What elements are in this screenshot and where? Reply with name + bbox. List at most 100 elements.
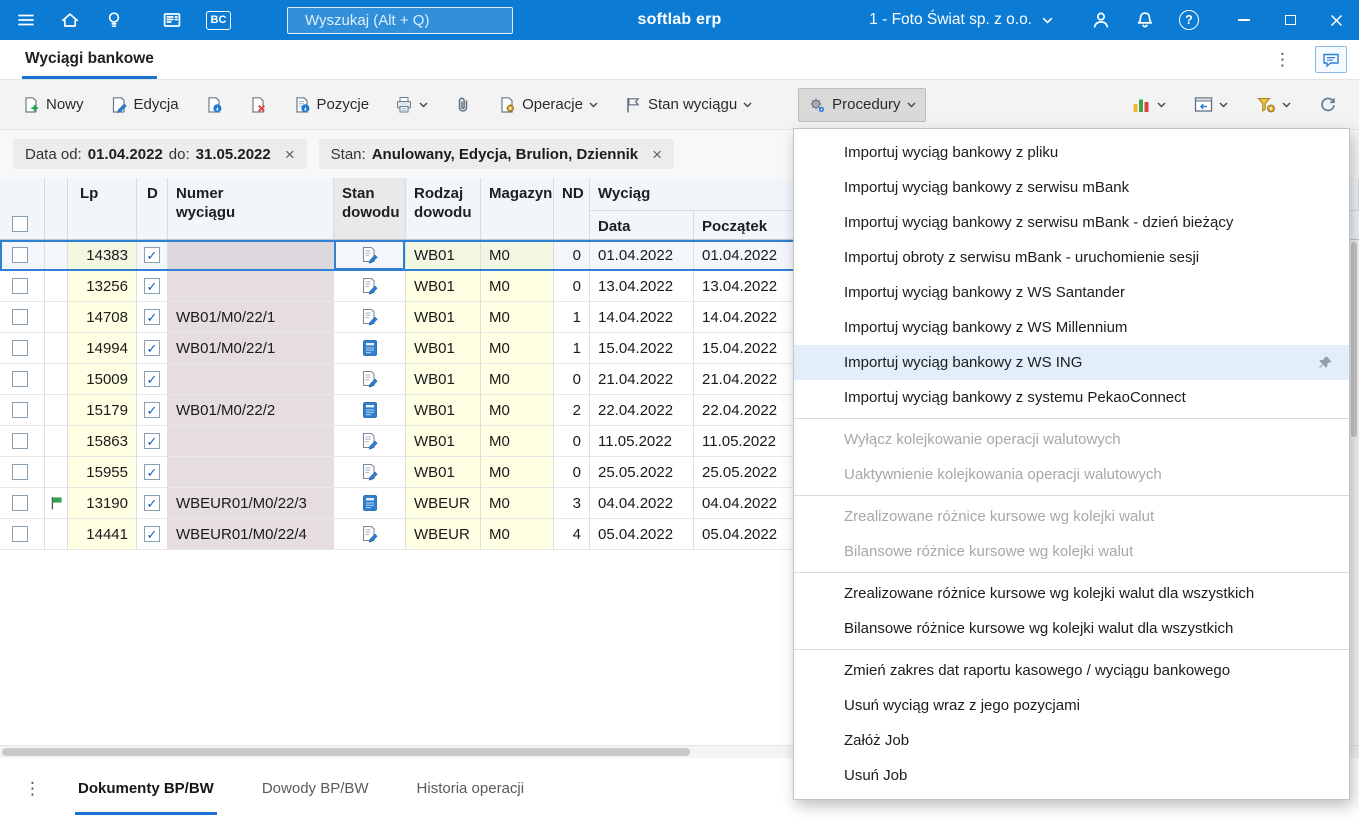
- menu-item[interactable]: Zmień zakres dat raportu kasowego / wyci…: [794, 653, 1349, 688]
- magazyn-cell[interactable]: M0: [481, 240, 554, 271]
- rodzaj-cell[interactable]: WB01: [406, 240, 481, 271]
- data-cell[interactable]: 22.04.2022: [590, 395, 694, 426]
- row-select-checkbox[interactable]: [12, 433, 28, 449]
- poczatek-cell[interactable]: 15.04.2022: [694, 333, 794, 364]
- row-select-cell[interactable]: [0, 364, 45, 395]
- d-checkbox[interactable]: ✓: [144, 278, 160, 294]
- remove-date-filter-icon[interactable]: ×: [285, 146, 295, 163]
- d-checkbox[interactable]: ✓: [144, 464, 160, 480]
- data-cell[interactable]: 05.04.2022: [590, 519, 694, 550]
- data-cell[interactable]: 04.04.2022: [590, 488, 694, 519]
- operations-button[interactable]: Operacje: [488, 88, 608, 122]
- menu-item[interactable]: Zrealizowane różnice kursowe wg kolejki …: [794, 576, 1349, 611]
- d-cell[interactable]: ✓: [137, 333, 168, 364]
- analysis-button[interactable]: [1121, 88, 1176, 122]
- magazyn-cell[interactable]: M0: [481, 271, 554, 302]
- edit-button[interactable]: Edycja: [100, 88, 189, 122]
- lp-cell[interactable]: 14383: [68, 240, 137, 271]
- d-cell[interactable]: ✓: [137, 519, 168, 550]
- nd-cell[interactable]: 0: [554, 426, 590, 457]
- row-select-cell[interactable]: [0, 240, 45, 271]
- d-cell[interactable]: ✓: [137, 240, 168, 271]
- col-header-nd[interactable]: ND: [554, 178, 590, 239]
- nd-cell[interactable]: 0: [554, 364, 590, 395]
- numer-cell[interactable]: WB01/M0/22/1: [168, 302, 334, 333]
- rodzaj-cell[interactable]: WBEUR: [406, 519, 481, 550]
- d-checkbox[interactable]: ✓: [144, 495, 160, 511]
- stan-cell[interactable]: [334, 240, 406, 271]
- numer-cell[interactable]: WB01/M0/22/1: [168, 333, 334, 364]
- d-cell[interactable]: ✓: [137, 488, 168, 519]
- magazyn-cell[interactable]: M0: [481, 519, 554, 550]
- rodzaj-cell[interactable]: WB01: [406, 395, 481, 426]
- data-cell[interactable]: 11.05.2022: [590, 426, 694, 457]
- col-header-poczatek[interactable]: Początek: [694, 211, 794, 239]
- menu-item[interactable]: Importuj wyciąg bankowy z systemu PekaoC…: [794, 380, 1349, 415]
- nd-cell[interactable]: 3: [554, 488, 590, 519]
- menu-item[interactable]: [794, 649, 1349, 650]
- magazyn-cell[interactable]: M0: [481, 395, 554, 426]
- numer-cell[interactable]: [168, 271, 334, 302]
- row-select-checkbox[interactable]: [12, 464, 28, 480]
- print-button[interactable]: [385, 88, 438, 122]
- poczatek-cell[interactable]: 01.04.2022: [694, 240, 794, 271]
- user-button[interactable]: [1079, 0, 1123, 40]
- remove-state-filter-icon[interactable]: ×: [652, 146, 662, 163]
- numer-cell[interactable]: [168, 240, 334, 271]
- tab-wyciagi-bankowe[interactable]: Wyciągi bankowe: [22, 40, 157, 79]
- d-checkbox[interactable]: ✓: [144, 309, 160, 325]
- nd-cell[interactable]: 2: [554, 395, 590, 426]
- poczatek-cell[interactable]: 13.04.2022: [694, 271, 794, 302]
- stan-cell[interactable]: [334, 488, 406, 519]
- d-cell[interactable]: ✓: [137, 395, 168, 426]
- bottom-tab[interactable]: Dokumenty BP/BW: [75, 758, 217, 819]
- flag-column-header[interactable]: [45, 178, 68, 239]
- d-cell[interactable]: ✓: [137, 364, 168, 395]
- poczatek-cell[interactable]: 25.05.2022: [694, 457, 794, 488]
- row-select-checkbox[interactable]: [12, 309, 28, 325]
- col-header-lp[interactable]: Lp: [68, 178, 137, 239]
- state-filter-chip[interactable]: Stan: Anulowany, Edycja, Brulion, Dzienn…: [318, 139, 675, 169]
- global-search[interactable]: [287, 6, 513, 34]
- lp-cell[interactable]: 14441: [68, 519, 137, 550]
- row-select-checkbox[interactable]: [12, 526, 28, 542]
- d-checkbox[interactable]: ✓: [144, 433, 160, 449]
- nd-cell[interactable]: 0: [554, 271, 590, 302]
- document-info-button[interactable]: [195, 88, 233, 122]
- numer-cell[interactable]: [168, 426, 334, 457]
- rodzaj-cell[interactable]: WB01: [406, 302, 481, 333]
- stan-cell[interactable]: [334, 302, 406, 333]
- pin-icon[interactable]: [1318, 355, 1333, 370]
- rodzaj-cell[interactable]: WB01: [406, 271, 481, 302]
- rodzaj-cell[interactable]: WBEUR: [406, 488, 481, 519]
- stan-cell[interactable]: [334, 271, 406, 302]
- maximize-button[interactable]: [1267, 0, 1313, 40]
- row-select-cell[interactable]: [0, 395, 45, 426]
- menu-item[interactable]: Załóż Job: [794, 723, 1349, 758]
- d-cell[interactable]: ✓: [137, 426, 168, 457]
- d-checkbox[interactable]: ✓: [144, 247, 160, 263]
- attachments-button[interactable]: [444, 88, 482, 122]
- poczatek-cell[interactable]: 11.05.2022: [694, 426, 794, 457]
- statement-state-button[interactable]: Stan wyciągu: [614, 88, 762, 122]
- more-options-icon[interactable]: ⋮: [1266, 46, 1299, 74]
- menu-item[interactable]: Importuj wyciąg bankowy z WS Millennium: [794, 310, 1349, 345]
- row-select-cell[interactable]: [0, 426, 45, 457]
- poczatek-cell[interactable]: 14.04.2022: [694, 302, 794, 333]
- row-select-cell[interactable]: [0, 488, 45, 519]
- vertical-scrollbar[interactable]: [1350, 240, 1359, 745]
- nd-cell[interactable]: 1: [554, 302, 590, 333]
- menu-item[interactable]: Bilansowe różnice kursowe wg kolejki wal…: [794, 534, 1349, 569]
- menu-item[interactable]: Wyłącz kolejkowanie operacji walutowych: [794, 422, 1349, 457]
- lp-cell[interactable]: 15179: [68, 395, 137, 426]
- menu-item[interactable]: Importuj wyciąg bankowy z pliku: [794, 135, 1349, 170]
- col-header-d[interactable]: D: [137, 178, 168, 239]
- menu-item[interactable]: Usuń Job: [794, 758, 1349, 793]
- row-select-cell[interactable]: [0, 457, 45, 488]
- row-select-checkbox[interactable]: [12, 247, 28, 263]
- menu-item[interactable]: [794, 418, 1349, 419]
- row-select-checkbox[interactable]: [12, 495, 28, 511]
- home-button[interactable]: [48, 0, 92, 40]
- refresh-button[interactable]: [1309, 88, 1347, 122]
- stan-cell[interactable]: [334, 333, 406, 364]
